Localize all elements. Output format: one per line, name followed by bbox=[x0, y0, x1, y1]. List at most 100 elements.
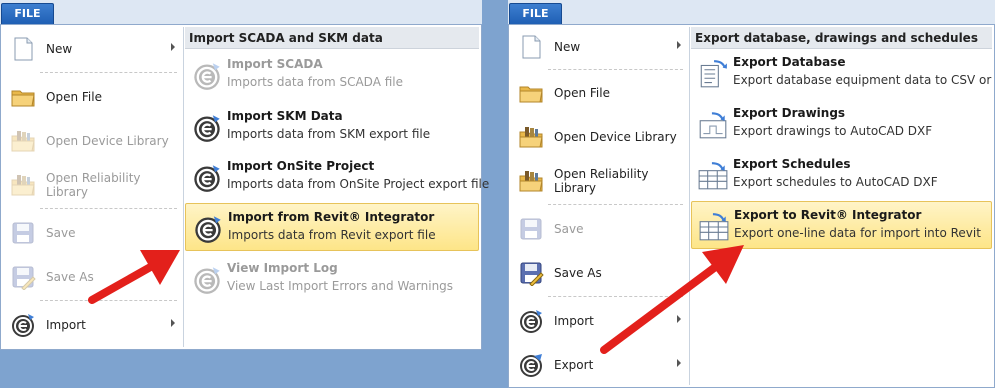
submenu-arrow-icon bbox=[171, 319, 175, 327]
submenu-item-description: Export one-line data for import into Rev… bbox=[734, 226, 981, 240]
open-folder-icon bbox=[10, 84, 36, 110]
menu-item-open-file[interactable]: Open File bbox=[512, 71, 689, 115]
submenu-item-import-scada[interactable]: Import SCADA Imports data from SCADA fil… bbox=[185, 51, 479, 99]
library-icon bbox=[518, 168, 544, 194]
separator bbox=[548, 204, 683, 205]
menu-item-label: Open Reliability Library bbox=[554, 167, 649, 195]
submenu-item-description: Export database equipment data to CSV or… bbox=[733, 73, 995, 87]
submenu-item-title: Import from Revit® Integrator bbox=[228, 210, 435, 224]
submenu-item-description: Imports data from Revit export file bbox=[228, 228, 436, 242]
menu-item-label: Save bbox=[46, 226, 76, 240]
menu-item-label: Save As bbox=[46, 270, 94, 284]
submenu-item-title: Export to Revit® Integrator bbox=[734, 208, 922, 222]
menu-item-label: Export bbox=[554, 358, 594, 372]
export-drawings-icon bbox=[697, 110, 729, 140]
ribbon-strip bbox=[508, 0, 995, 24]
submenu-item-import-onsite[interactable]: Import OnSite Project Imports data from … bbox=[185, 153, 489, 201]
file-tab[interactable]: FILE bbox=[1, 3, 54, 24]
export-database-icon bbox=[697, 59, 729, 89]
submenu-arrow-icon bbox=[171, 43, 175, 51]
menu-item-import[interactable]: Import bbox=[4, 303, 183, 347]
menu-item-label: Save As bbox=[554, 266, 602, 280]
menu-item-open-file[interactable]: Open File bbox=[4, 75, 183, 119]
export-submenu: Export database, drawings and schedules … bbox=[691, 27, 995, 385]
submenu-item-description: Export drawings to AutoCAD DXF bbox=[733, 124, 933, 138]
menu-item-open-reliability-library[interactable]: Open Reliability Library bbox=[4, 163, 183, 207]
submenu-arrow-icon bbox=[677, 41, 681, 49]
menu-item-new[interactable]: New bbox=[512, 25, 689, 69]
menu-item-label: Import bbox=[554, 314, 594, 328]
submenu-item-description: Imports data from SKM export file bbox=[227, 127, 431, 141]
separator bbox=[40, 208, 177, 209]
submenu-item-description: Export schedules to AutoCAD DXF bbox=[733, 175, 938, 189]
menu-item-new[interactable]: New bbox=[4, 27, 183, 71]
menu-item-export[interactable]: Export bbox=[512, 343, 689, 387]
import-submenu: Import SCADA and SKM data Import SCADA I… bbox=[185, 27, 489, 347]
menu-item-save[interactable]: Save bbox=[4, 211, 183, 255]
submenu-arrow-icon bbox=[677, 359, 681, 367]
export-icon bbox=[518, 352, 544, 378]
submenu-item-import-skm[interactable]: Import SKM Data Imports data from SKM ex… bbox=[185, 103, 479, 151]
menu-item-label: Open Device Library bbox=[554, 130, 677, 144]
menu-item-open-device-library[interactable]: Open Device Library bbox=[4, 119, 183, 163]
file-menu-list: New Open File Open Device Library Open R… bbox=[512, 27, 690, 385]
submenu-arrow-icon bbox=[677, 315, 681, 323]
submenu-item-title: Import SCADA bbox=[227, 57, 323, 71]
menu-item-import[interactable]: Import bbox=[512, 299, 689, 343]
backstage-menu: New Open File Open Device Library Open R… bbox=[0, 24, 489, 350]
import-icon bbox=[518, 308, 544, 334]
submenu-item-title: Import SKM Data bbox=[227, 109, 343, 123]
import-scada-icon bbox=[191, 61, 223, 91]
new-document-icon bbox=[518, 34, 544, 60]
view-log-icon bbox=[191, 265, 223, 295]
submenu-header: Export database, drawings and schedules bbox=[691, 27, 992, 49]
import-onsite-icon bbox=[191, 163, 223, 193]
submenu-item-title: Export Drawings bbox=[733, 106, 846, 120]
submenu-item-title: Export Database bbox=[733, 55, 846, 69]
submenu-item-title: Import OnSite Project bbox=[227, 159, 375, 173]
submenu-item-description: Imports data from SCADA file bbox=[227, 75, 404, 89]
import-skm-icon bbox=[191, 113, 223, 143]
open-folder-icon bbox=[518, 80, 544, 106]
separator bbox=[40, 300, 177, 301]
backstage-menu: New Open File Open Device Library Open R… bbox=[508, 24, 995, 388]
separator bbox=[548, 296, 683, 297]
library-icon bbox=[10, 172, 36, 198]
ribbon-strip bbox=[0, 0, 482, 24]
menu-item-label: New bbox=[46, 42, 73, 56]
export-schedules-icon bbox=[697, 161, 729, 191]
menu-item-label: Save bbox=[554, 222, 584, 236]
submenu-item-import-revit[interactable]: Import from Revit® Integrator Imports da… bbox=[185, 203, 479, 251]
file-tab[interactable]: FILE bbox=[509, 3, 562, 24]
save-as-icon bbox=[518, 260, 544, 286]
submenu-item-description: View Last Import Errors and Warnings bbox=[227, 279, 454, 293]
submenu-item-export-drawings[interactable]: Export Drawings Export drawings to AutoC… bbox=[691, 100, 992, 148]
save-disk-icon bbox=[10, 220, 36, 246]
submenu-item-description: Imports data from OnSite Project export … bbox=[227, 177, 490, 191]
separator bbox=[548, 69, 683, 70]
export-revit-icon bbox=[698, 212, 730, 242]
submenu-item-export-schedules[interactable]: Export Schedules Export schedules to Aut… bbox=[691, 151, 992, 199]
submenu-item-view-import-log[interactable]: View Import Log View Last Import Errors … bbox=[185, 255, 479, 303]
menu-item-label: Open File bbox=[554, 86, 610, 100]
import-menu-panel: FILE New Open File Open Device Library O… bbox=[0, 0, 489, 350]
menu-item-save-as[interactable]: Save As bbox=[512, 251, 689, 295]
menu-item-label: Open File bbox=[46, 90, 102, 104]
save-disk-icon bbox=[518, 216, 544, 242]
submenu-item-export-database[interactable]: Export Database Export database equipmen… bbox=[691, 49, 995, 97]
submenu-header: Import SCADA and SKM data bbox=[185, 27, 479, 49]
submenu-item-title: View Import Log bbox=[227, 261, 338, 275]
menu-item-save[interactable]: Save bbox=[512, 207, 689, 251]
submenu-item-title: Export Schedules bbox=[733, 157, 851, 171]
menu-item-open-device-library[interactable]: Open Device Library bbox=[512, 115, 689, 159]
file-menu-list: New Open File Open Device Library Open R… bbox=[4, 27, 184, 347]
import-revit-icon bbox=[192, 214, 224, 244]
submenu-item-export-revit[interactable]: Export to Revit® Integrator Export one-l… bbox=[691, 201, 992, 249]
menu-item-label: New bbox=[554, 40, 581, 54]
separator bbox=[40, 72, 177, 73]
library-icon bbox=[518, 124, 544, 150]
menu-item-label: Import bbox=[46, 318, 86, 332]
menu-item-open-reliability-library[interactable]: Open Reliability Library bbox=[512, 159, 689, 203]
menu-item-save-as[interactable]: Save As bbox=[4, 255, 183, 299]
menu-item-label: Open Reliability Library bbox=[46, 171, 141, 199]
